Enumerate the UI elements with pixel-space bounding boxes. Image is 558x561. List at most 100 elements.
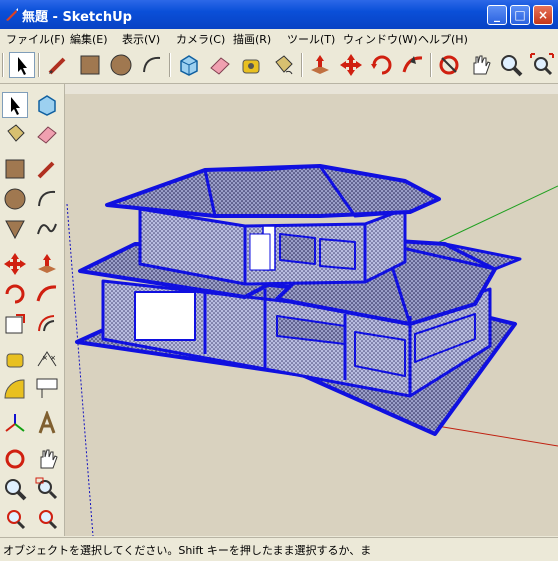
orbit-icon xyxy=(5,449,25,469)
eraser-tool-button[interactable] xyxy=(34,121,60,147)
paint-bucket-button[interactable] xyxy=(2,121,28,147)
zoom-window-icon xyxy=(35,477,58,500)
rectangle-icon xyxy=(5,159,25,179)
select-tool-button[interactable] xyxy=(2,92,28,118)
rotate-tool-button[interactable] xyxy=(369,52,395,78)
axes-tool-button[interactable] xyxy=(2,411,28,437)
toolbar-separator xyxy=(301,53,303,77)
status-bar: オブジェクトを選択してください。Shift キーを押したまま選択するか、ま xyxy=(0,537,558,561)
rotate-icon xyxy=(371,55,392,75)
menu-help[interactable]: ヘルプ(H) xyxy=(418,31,468,47)
line-tool-button[interactable] xyxy=(45,52,71,78)
menu-tools[interactable]: ツール(T) xyxy=(287,31,335,47)
zoom-extents-button[interactable] xyxy=(529,52,555,78)
paint-bucket-icon xyxy=(7,124,25,142)
follow-me-button[interactable] xyxy=(400,52,426,78)
pan-tool-button[interactable] xyxy=(467,52,493,78)
select-tool-button[interactable] xyxy=(9,52,35,78)
push-pull-icon xyxy=(311,55,329,74)
axes-icon xyxy=(5,414,25,432)
pan-tool-button[interactable] xyxy=(34,446,60,472)
eraser-tool-button[interactable] xyxy=(207,52,233,78)
dimension-tool-button[interactable]: × × xyxy=(34,346,60,372)
close-button[interactable]: × xyxy=(533,5,553,25)
orbit-icon xyxy=(439,55,459,75)
polygon-icon xyxy=(5,220,25,240)
model-viewport[interactable] xyxy=(65,84,558,536)
follow-me-button[interactable] xyxy=(34,281,60,307)
tape-measure-button[interactable] xyxy=(238,52,264,78)
text-tool-button[interactable] xyxy=(34,376,60,402)
polygon-tool-button[interactable] xyxy=(2,216,28,242)
title-bar[interactable]: 無題 - SketchUp _ □ × xyxy=(0,0,558,29)
line-tool-button[interactable] xyxy=(34,156,60,182)
eraser-icon xyxy=(37,126,57,144)
zoom-window-button[interactable] xyxy=(34,476,60,502)
make-component-button[interactable] xyxy=(34,92,60,118)
toolbar-separator xyxy=(169,53,171,77)
move-icon xyxy=(4,253,26,275)
follow-me-icon xyxy=(402,56,423,73)
menu-window[interactable]: ウィンドウ(W) xyxy=(343,31,417,47)
select-icon xyxy=(11,97,20,115)
zoom-icon xyxy=(501,55,523,77)
rectangle-tool-button[interactable] xyxy=(77,52,103,78)
toolbar-grip[interactable] xyxy=(2,53,4,77)
offset-icon xyxy=(38,315,55,332)
paint-bucket-button[interactable] xyxy=(270,52,296,78)
orbit-tool-button[interactable] xyxy=(436,52,462,78)
move-tool-button[interactable] xyxy=(2,251,28,277)
push-pull-button[interactable] xyxy=(34,251,60,277)
3d-scene xyxy=(65,84,558,536)
arc-tool-button[interactable] xyxy=(34,186,60,212)
zoom-tool-button[interactable] xyxy=(2,476,28,502)
menu-file[interactable]: ファイル(F) xyxy=(6,31,65,47)
sketchup-logo-icon xyxy=(6,8,18,21)
zoom-icon xyxy=(5,479,27,501)
pan-icon xyxy=(473,55,491,75)
rectangle-icon xyxy=(80,55,100,75)
zoom-tool-button[interactable] xyxy=(498,52,524,78)
rectangle-tool-button[interactable] xyxy=(2,156,28,182)
minimize-button[interactable]: _ xyxy=(487,5,507,25)
toolbar-separator xyxy=(430,53,432,77)
previous-view-icon xyxy=(7,510,26,530)
3d-text-button[interactable] xyxy=(34,411,60,437)
next-view-button[interactable] xyxy=(34,506,60,532)
tape-measure-button[interactable] xyxy=(2,346,28,372)
move-tool-button[interactable] xyxy=(338,52,364,78)
menu-view[interactable]: 表示(V) xyxy=(122,31,160,47)
push-pull-button[interactable] xyxy=(307,52,333,78)
arc-icon xyxy=(143,56,161,73)
offset-tool-button[interactable] xyxy=(34,311,60,337)
arc-tool-button[interactable] xyxy=(139,52,165,78)
zoom-extents-icon xyxy=(530,53,554,76)
protractor-icon xyxy=(4,379,25,399)
orbit-tool-button[interactable] xyxy=(2,446,28,472)
move-icon xyxy=(340,54,362,76)
freehand-tool-button[interactable] xyxy=(34,216,60,242)
menu-bar: ファイル(F) 編集(E) 表示(V) カメラ(C) 描画(R) ツール(T) … xyxy=(0,29,558,47)
main-toolbar xyxy=(0,47,558,84)
next-view-icon xyxy=(39,510,58,530)
circle-tool-button[interactable] xyxy=(108,52,134,78)
make-component-button[interactable] xyxy=(176,52,202,78)
protractor-tool-button[interactable] xyxy=(2,376,28,402)
rotate-icon xyxy=(5,284,25,304)
menu-camera[interactable]: カメラ(C) xyxy=(176,31,225,47)
rotate-tool-button[interactable] xyxy=(2,281,28,307)
menu-edit[interactable]: 編集(E) xyxy=(70,31,108,47)
scale-tool-button[interactable] xyxy=(2,311,28,337)
menu-draw[interactable]: 描画(R) xyxy=(233,31,271,47)
previous-view-button[interactable] xyxy=(2,506,28,532)
status-message: オブジェクトを選択してください。Shift キーを押したまま選択するか、ま xyxy=(3,544,372,557)
toolbar-separator xyxy=(38,53,40,77)
maximize-button[interactable]: □ xyxy=(510,5,530,25)
follow-me-icon xyxy=(36,285,57,302)
circle-icon xyxy=(110,54,132,76)
push-pull-icon xyxy=(38,254,56,273)
pencil-line-icon xyxy=(37,161,55,179)
circle-tool-button[interactable] xyxy=(2,186,28,212)
paint-bucket-icon xyxy=(275,55,293,75)
svg-text:× ×: × × xyxy=(42,354,56,362)
